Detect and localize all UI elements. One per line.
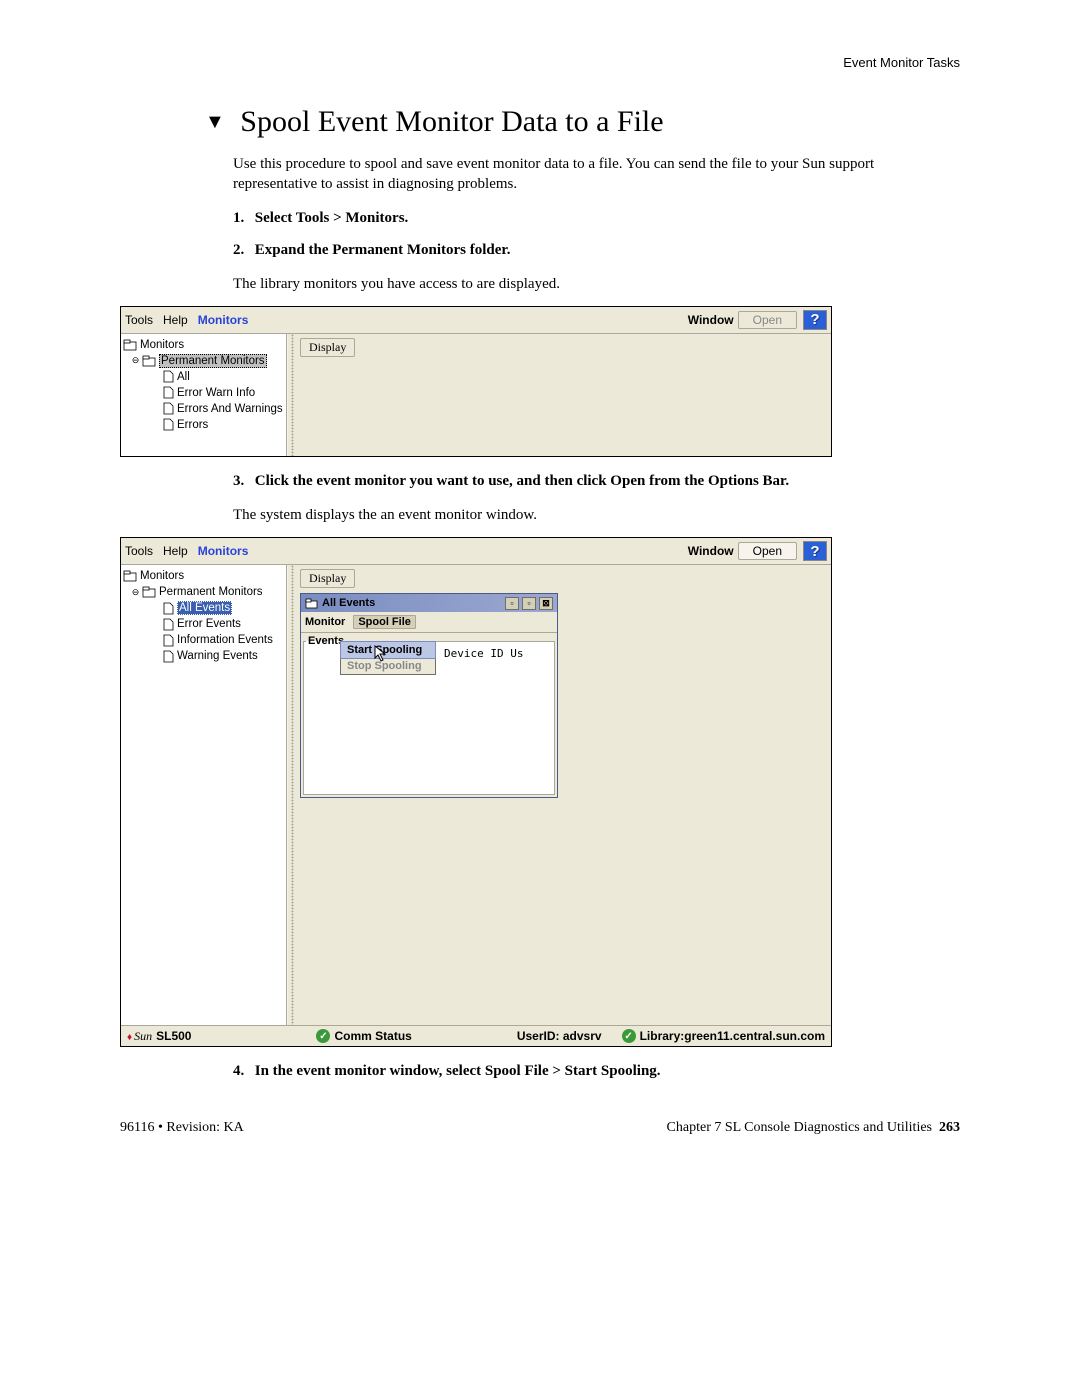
folder-icon bbox=[305, 598, 318, 609]
menubar-2: Tools Help Monitors Window Open ? bbox=[121, 538, 831, 565]
close-icon[interactable]: ⊠ bbox=[539, 597, 553, 610]
tree-item[interactable]: All bbox=[123, 369, 284, 385]
tree-panel-2: Monitors ⊖ Permanent Monitors All Events bbox=[121, 565, 287, 1025]
tree-root[interactable]: Monitors bbox=[123, 337, 284, 353]
library-status: Library:green11.central.sun.com bbox=[622, 1029, 825, 1043]
sun-logo: ♦Sun bbox=[127, 1029, 152, 1044]
doc-icon bbox=[163, 418, 174, 431]
tree-permanent[interactable]: ⊖ Permanent Monitors bbox=[123, 584, 284, 600]
tree-item[interactable]: Warning Events bbox=[123, 648, 284, 664]
doc-icon bbox=[163, 402, 174, 415]
window-label: Window bbox=[688, 313, 734, 327]
doc-icon bbox=[163, 386, 174, 399]
help-icon[interactable]: ? bbox=[803, 541, 827, 561]
menu-monitors[interactable]: Monitors bbox=[198, 544, 249, 558]
open-button[interactable]: Open bbox=[738, 542, 797, 560]
section-title-text: Spool Event Monitor Data to a File bbox=[240, 105, 663, 138]
tree-item[interactable]: Errors And Warnings bbox=[123, 401, 284, 417]
doc-icon bbox=[163, 618, 174, 631]
tree-item[interactable]: Error Events bbox=[123, 616, 284, 632]
doc-icon bbox=[163, 602, 174, 615]
display-button[interactable]: Display bbox=[300, 569, 355, 588]
tree-toggle-icon[interactable]: ⊖ bbox=[131, 355, 140, 366]
minimize-icon[interactable]: ▫ bbox=[505, 597, 519, 610]
splitter[interactable] bbox=[287, 565, 296, 1025]
doc-icon bbox=[163, 634, 174, 647]
comm-status: Comm Status bbox=[211, 1029, 516, 1043]
inner-menubar: Monitor Spool File bbox=[301, 612, 557, 633]
spool-file-dropdown: Start Spooling Stop Spooling bbox=[340, 641, 436, 675]
check-icon bbox=[622, 1029, 636, 1043]
window-label: Window bbox=[688, 544, 734, 558]
tree-root[interactable]: Monitors bbox=[123, 568, 284, 584]
tree-toggle-icon[interactable]: ⊖ bbox=[131, 587, 140, 598]
content-panel-2: Display All Events ▫ ▫ ⊠ bbox=[296, 565, 831, 1025]
step-1: 1. Select Tools > Monitors. bbox=[233, 210, 960, 227]
doc-icon bbox=[163, 370, 174, 383]
triangle-icon: ▼ bbox=[205, 111, 225, 134]
intro-paragraph: Use this procedure to spool and save eve… bbox=[233, 154, 960, 195]
menu-tools[interactable]: Tools bbox=[125, 544, 153, 558]
menu-monitors[interactable]: Monitors bbox=[198, 313, 249, 327]
screenshot-2: Tools Help Monitors Window Open ? Monito… bbox=[120, 537, 832, 1047]
event-monitor-window: All Events ▫ ▫ ⊠ Monitor Spool File E bbox=[300, 593, 558, 798]
folder-open-icon bbox=[142, 355, 156, 367]
menubar-1: Tools Help Monitors Window Open ? bbox=[121, 307, 831, 334]
inner-menu-monitor[interactable]: Monitor bbox=[305, 616, 345, 628]
tree-panel-1: Monitors ⊖ Permanent Monitors All bbox=[121, 334, 287, 456]
folder-open-icon bbox=[142, 586, 156, 598]
page-footer: 96116 • Revision: KA Chapter 7 SL Consol… bbox=[120, 1120, 960, 1136]
step-3: 3. Click the event monitor you want to u… bbox=[233, 473, 960, 490]
dropdown-start-spooling[interactable]: Start Spooling bbox=[340, 641, 436, 659]
tree-item[interactable]: Information Events bbox=[123, 632, 284, 648]
product-label: SL500 bbox=[156, 1029, 191, 1043]
userid-status: UserID: advsrv bbox=[517, 1029, 602, 1043]
tree-permanent[interactable]: ⊖ Permanent Monitors bbox=[123, 353, 284, 369]
status-bar: ♦Sun SL500 Comm Status UserID: advsrv Li… bbox=[121, 1025, 831, 1046]
menu-help[interactable]: Help bbox=[163, 313, 188, 327]
maximize-icon[interactable]: ▫ bbox=[522, 597, 536, 610]
tree-item[interactable]: Error Warn Info bbox=[123, 385, 284, 401]
step-2: 2. Expand the Permanent Monitors folder. bbox=[233, 242, 960, 259]
check-icon bbox=[316, 1029, 330, 1043]
step-2-body: The library monitors you have access to … bbox=[233, 274, 960, 294]
content-panel-1: Display bbox=[296, 334, 831, 456]
open-button[interactable]: Open bbox=[738, 311, 797, 329]
running-header: Event Monitor Tasks bbox=[120, 55, 960, 70]
tree-item-all-events[interactable]: All Events bbox=[123, 600, 284, 616]
splitter[interactable] bbox=[287, 334, 296, 456]
folder-icon bbox=[123, 339, 137, 351]
screenshot-1: Tools Help Monitors Window Open ? Monito… bbox=[120, 306, 832, 457]
inner-window-title: All Events bbox=[322, 597, 375, 609]
folder-icon bbox=[123, 570, 137, 582]
help-icon[interactable]: ? bbox=[803, 310, 827, 330]
step-3-body: The system displays the an event monitor… bbox=[233, 505, 960, 525]
table-headers: Device ID Us bbox=[444, 647, 523, 660]
inner-window-title-bar[interactable]: All Events ▫ ▫ ⊠ bbox=[301, 594, 557, 612]
step-4: 4. In the event monitor window, select S… bbox=[233, 1063, 960, 1080]
display-button[interactable]: Display bbox=[300, 338, 355, 357]
section-title: ▼ Spool Event Monitor Data to a File bbox=[205, 105, 960, 139]
menu-tools[interactable]: Tools bbox=[125, 313, 153, 327]
cursor-icon bbox=[374, 645, 388, 667]
menu-help[interactable]: Help bbox=[163, 544, 188, 558]
dropdown-stop-spooling: Stop Spooling bbox=[341, 658, 435, 674]
footer-left: 96116 • Revision: KA bbox=[120, 1120, 244, 1136]
inner-menu-spool-file[interactable]: Spool File bbox=[353, 615, 416, 629]
tree-item[interactable]: Errors bbox=[123, 417, 284, 433]
footer-right: Chapter 7 SL Console Diagnostics and Uti… bbox=[667, 1120, 960, 1136]
doc-icon bbox=[163, 650, 174, 663]
